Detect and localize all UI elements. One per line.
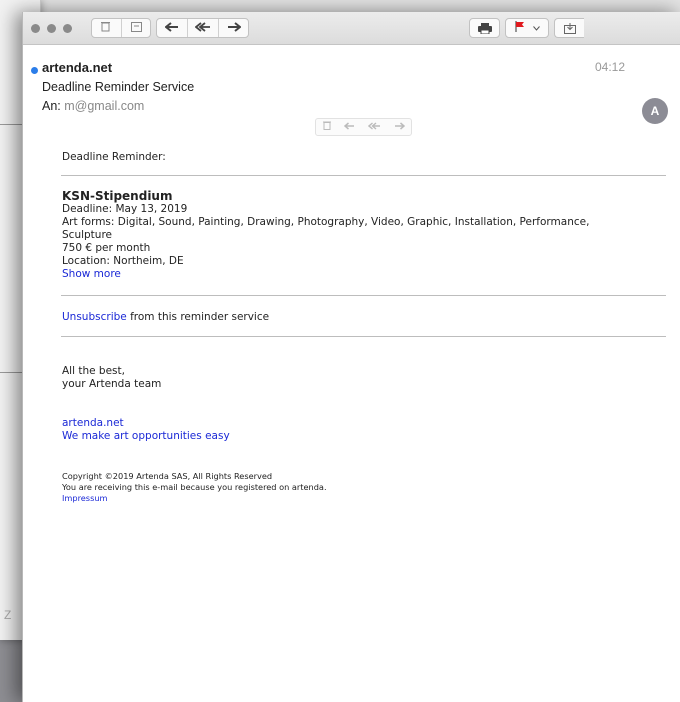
to-label: An: bbox=[42, 99, 61, 113]
mail-window: artenda.net Deadline Reminder Service An… bbox=[22, 12, 680, 702]
message-header: artenda.net Deadline Reminder Service An… bbox=[23, 45, 680, 124]
minimize-window-button[interactable] bbox=[47, 24, 56, 33]
reply-all-icon[interactable] bbox=[367, 121, 381, 133]
close-window-button[interactable] bbox=[31, 24, 40, 33]
timestamp: 04:12 bbox=[595, 60, 626, 74]
unread-indicator bbox=[31, 67, 38, 74]
reply-group bbox=[156, 18, 249, 38]
tagline-link[interactable]: We make art opportunities easy bbox=[62, 430, 230, 442]
copyright-text: Copyright ©2019 Artenda SAS, All Rights … bbox=[62, 471, 273, 481]
print-icon[interactable] bbox=[469, 18, 500, 38]
reply-icon[interactable] bbox=[343, 121, 355, 133]
divider bbox=[61, 175, 666, 176]
listing-title: KSN-Stipendium bbox=[62, 189, 173, 203]
inline-action-bar bbox=[315, 118, 412, 136]
forward-icon[interactable] bbox=[394, 121, 405, 133]
listing-art-forms: Art forms: Digital, Sound, Painting, Dra… bbox=[62, 216, 590, 228]
site-link[interactable]: artenda.net bbox=[62, 417, 124, 429]
subject: Deadline Reminder Service bbox=[42, 80, 195, 94]
unsubscribe-text: from this reminder service bbox=[126, 311, 270, 323]
unsubscribe-link[interactable]: Unsubscribe bbox=[62, 311, 127, 323]
signoff-team: your Artenda team bbox=[62, 378, 162, 390]
forward-icon[interactable] bbox=[219, 19, 249, 37]
signoff-line: All the best, bbox=[62, 365, 125, 377]
reply-all-icon[interactable] bbox=[188, 19, 219, 37]
zoom-window-button[interactable] bbox=[63, 24, 72, 33]
listing-deadline: Deadline: May 13, 2019 bbox=[62, 203, 188, 215]
notice-text: You are receiving this e-mail because yo… bbox=[62, 482, 327, 492]
listing-location: Location: Northeim, DE bbox=[62, 255, 184, 267]
trash-icon[interactable] bbox=[91, 19, 122, 37]
unsubscribe-line: Unsubscribe from this reminder service bbox=[62, 311, 269, 323]
listing-art-forms-cont: Sculpture bbox=[62, 229, 112, 241]
reply-icon[interactable] bbox=[157, 19, 188, 37]
trash-archive-group bbox=[91, 18, 151, 38]
move-icon[interactable] bbox=[554, 18, 584, 38]
sender-name: artenda.net bbox=[42, 60, 113, 75]
listing-amount: 750 € per month bbox=[62, 242, 151, 254]
recipient-address[interactable]: m@gmail.com bbox=[64, 99, 144, 113]
avatar: A bbox=[642, 98, 668, 124]
trash-icon[interactable] bbox=[322, 121, 331, 133]
flag-icon bbox=[515, 21, 525, 35]
toolbar bbox=[23, 12, 680, 45]
archive-icon[interactable] bbox=[122, 19, 152, 37]
chevron-down-icon bbox=[532, 22, 540, 34]
background-text: Z bbox=[4, 608, 12, 622]
impressum-link[interactable]: Impressum bbox=[62, 493, 108, 503]
divider bbox=[61, 295, 666, 296]
flag-menu-button[interactable] bbox=[505, 18, 549, 38]
intro-text: Deadline Reminder: bbox=[62, 151, 166, 163]
divider bbox=[61, 336, 666, 337]
show-more-link[interactable]: Show more bbox=[62, 268, 121, 280]
recipient: An: m@gmail.com bbox=[42, 99, 144, 113]
